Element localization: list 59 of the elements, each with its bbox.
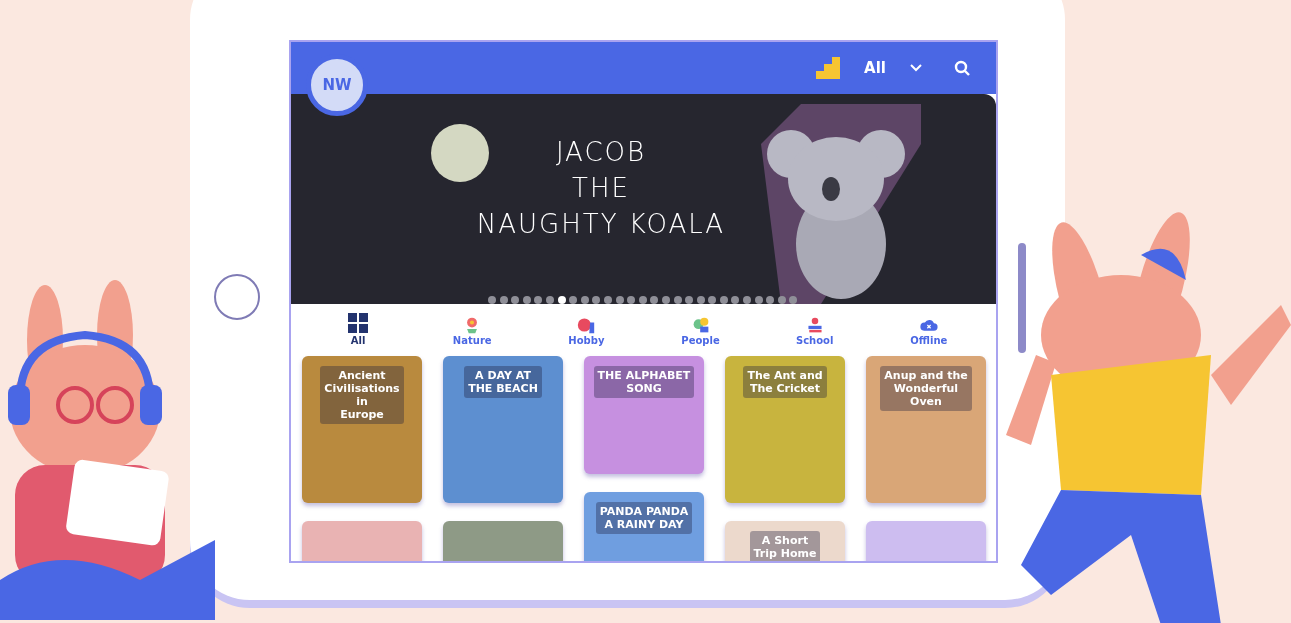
carousel-dot[interactable] — [615, 296, 624, 304]
carousel-dot[interactable] — [534, 296, 543, 304]
carousel-dot[interactable] — [603, 296, 612, 304]
book-cover[interactable]: The Ant and The Cricket — [725, 356, 845, 503]
carousel-dot[interactable] — [673, 296, 682, 304]
carousel-dot[interactable] — [743, 296, 752, 304]
featured-banner[interactable]: JACOB THE NAUGHTY KOALA — [291, 94, 996, 304]
carousel-dot[interactable] — [696, 296, 705, 304]
book-cover[interactable]: THE ALPHABET SONG — [584, 356, 704, 474]
people-icon[interactable] — [691, 316, 710, 334]
book-cover[interactable]: A Short Trip Home — [725, 521, 845, 561]
search-icon[interactable] — [954, 60, 970, 76]
book-cover[interactable]: PANDA PANDA A RAINY DAY — [584, 492, 704, 561]
category-tab[interactable]: Hobby — [568, 335, 605, 346]
carousel-dot[interactable] — [580, 296, 589, 304]
book-title: The Ant and The Cricket — [743, 366, 827, 398]
carousel-dot[interactable] — [708, 296, 717, 304]
carousel-dot[interactable] — [499, 296, 508, 304]
books-icon[interactable] — [805, 316, 824, 334]
carousel-dot[interactable] — [557, 296, 566, 304]
book-cover[interactable]: Anup and the Wonderful Oven — [866, 356, 986, 503]
category-tab[interactable]: People — [681, 335, 720, 346]
carousel-dot[interactable] — [754, 296, 763, 304]
stairs-icon[interactable] — [816, 57, 841, 79]
carousel-dot[interactable] — [627, 296, 636, 304]
home-button[interactable] — [214, 274, 260, 320]
carousel-dot[interactable] — [731, 296, 740, 304]
book-title: A DAY AT THE BEACH — [464, 366, 542, 398]
carousel-dot[interactable] — [511, 296, 520, 304]
book-title: Ancient Civilisations in Europe — [320, 366, 404, 424]
ball-icon[interactable] — [577, 316, 596, 334]
carousel-dot[interactable] — [488, 296, 496, 304]
category-tab[interactable]: School — [796, 335, 834, 346]
carousel-dot[interactable] — [719, 296, 728, 304]
carousel-dot[interactable] — [766, 296, 775, 304]
carousel-dot[interactable] — [661, 296, 670, 304]
banner-title: JACOB THE NAUGHTY KOALA — [476, 136, 726, 241]
category-tab[interactable]: Offline — [910, 335, 948, 346]
carousel-dot[interactable] — [777, 296, 786, 304]
carousel-dot[interactable] — [592, 296, 601, 304]
book-cover[interactable]: Ancient Civilisations in Europe — [302, 356, 422, 503]
book-title: A Short Trip Home — [749, 531, 821, 561]
book-title: THE ALPHABET SONG — [593, 366, 695, 398]
moon-drawing — [431, 124, 489, 182]
carousel-dot[interactable] — [685, 296, 694, 304]
book-title: PANDA PANDA A RAINY DAY — [595, 502, 693, 534]
grid-icon[interactable] — [347, 312, 370, 334]
carousel-dot[interactable] — [545, 296, 554, 304]
carousel-dot[interactable] — [569, 296, 578, 304]
book-title: Anup and the Wonderful Oven — [880, 366, 972, 411]
filter-dropdown[interactable]: All — [864, 59, 886, 77]
book-cover[interactable]: A DAY AT THE BEACH — [443, 356, 563, 503]
category-tab[interactable]: All — [350, 335, 366, 346]
chevron-down-icon[interactable] — [910, 64, 922, 72]
carousel-dot[interactable] — [638, 296, 647, 304]
carousel-dot[interactable] — [650, 296, 659, 304]
category-tab[interactable]: Nature — [452, 335, 492, 346]
carousel-dot[interactable] — [522, 296, 531, 304]
carousel-dot[interactable] — [789, 296, 798, 304]
